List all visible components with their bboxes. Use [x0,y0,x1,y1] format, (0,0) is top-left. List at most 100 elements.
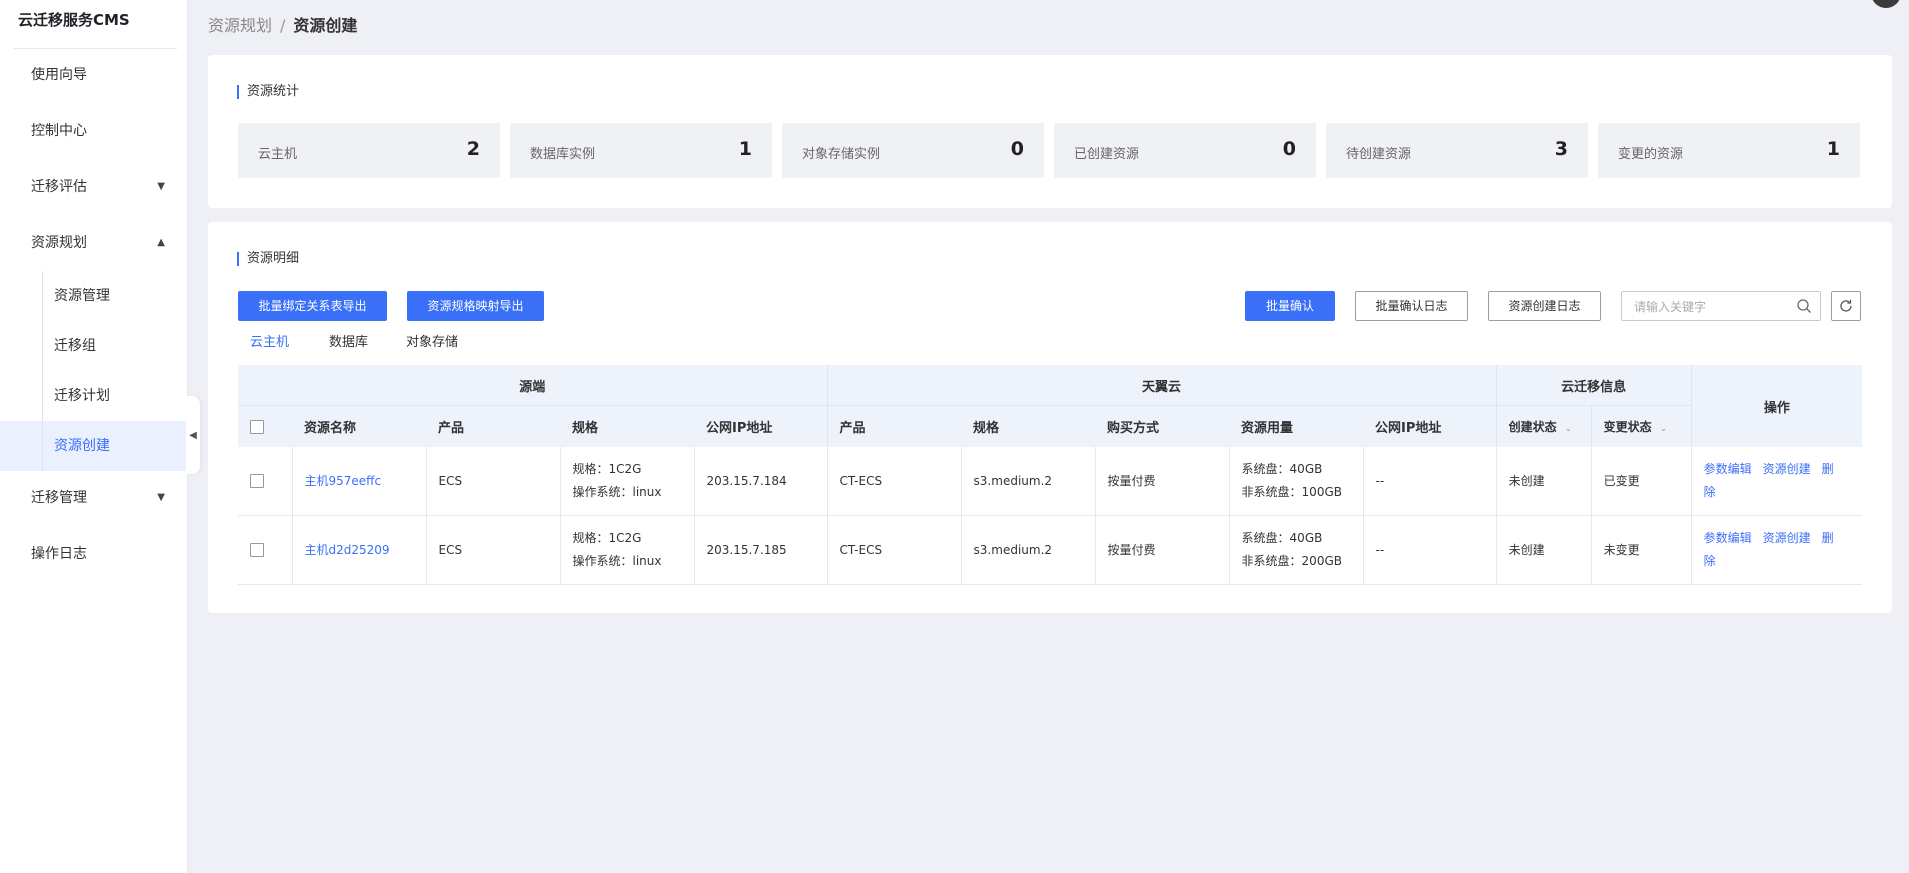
row-checkbox[interactable] [250,474,264,488]
tab-object-storage[interactable]: 对象存储 [394,332,470,366]
cell-usage: 系统盘：40GB 非系统盘：200GB [1228,515,1364,585]
column-header-label: 变更状态 [1603,420,1652,434]
column-header-change-status[interactable]: 变更状态 ⌄ [1590,405,1692,447]
stats-row: 云主机 2 数据库实例 1 对象存储实例 0 已创建资源 0 待创建资源 3 变更的资源 1 [238,123,1860,178]
cell-usage: 系统盘：40GB 非系统盘：100GB [1228,447,1364,516]
cell-target-spec: s3.medium.2 [960,515,1096,585]
batch-confirm-button[interactable]: 批量确认 [1245,291,1335,321]
column-header-target-ip: 公网IP地址 [1363,405,1497,447]
cell-ops: 参数编辑 资源创建 删除 [1690,447,1863,516]
cell-target-product: CT-ECS [826,515,962,585]
os-line: 操作系统：linux [572,554,662,568]
stat-value: 0 [1282,138,1296,160]
refresh-button[interactable] [1831,291,1861,321]
sidebar-item-migration-management[interactable]: 迁移管理 ▼ [0,470,187,526]
spec-line: 规格：1C2G [572,531,642,545]
resource-tabs: 云主机 数据库 对象存储 [238,332,470,371]
cell-ip: 203.15.7.184 [693,447,828,516]
stat-pending: 待创建资源 3 [1326,123,1588,178]
sidebar-item-resource-planning[interactable]: 资源规划 ▲ [0,215,187,271]
stat-label: 待创建资源 [1346,147,1412,162]
group-header-target: 天翼云 [826,365,1497,406]
table-row: 主机957eeffc ECS 规格：1C2G 操作系统：linux 203.15.… [238,447,1863,516]
caret-up-icon: ▲ [157,237,165,248]
avatar[interactable] [1871,0,1901,8]
cell-change-status: 已变更 [1590,447,1692,516]
sidebar-subitem-resource-management[interactable]: 资源管理 [43,271,187,321]
sidebar-subitem-migration-group[interactable]: 迁移组 [43,321,187,371]
nav-list: 使用向导 控制中心 迁移评估 ▼ 资源规划 ▲ [0,47,187,271]
sidebar: 云迁移服务CMS 使用向导 控制中心 迁移评估 ▼ 资源规划 ▲ 资源管理 迁移组 … [0,0,188,873]
usage-line: 系统盘：40GB [1241,531,1323,545]
column-header-product: 产品 [426,405,560,447]
spec-line: 规格：1C2G [572,462,642,476]
edit-params-link[interactable]: 参数编辑 [1704,462,1752,476]
chevron-down-icon: ⌄ [1659,424,1668,434]
export-spec-button[interactable]: 资源规格映射导出 [407,291,544,321]
sidebar-item-label: 操作日志 [31,546,87,562]
column-header-ip: 公网IP地址 [694,405,828,447]
sidebar-item-guide[interactable]: 使用向导 [0,47,187,103]
stat-value: 2 [466,138,480,160]
refresh-icon [1840,299,1852,312]
column-header-create-status[interactable]: 创建状态 ⌄ [1495,405,1592,447]
column-header-label: 创建状态 [1508,420,1557,434]
tab-vm[interactable]: 云主机 [238,332,302,371]
resource-name-link[interactable]: 主机d2d25209 [305,543,390,557]
batch-confirm-log-button[interactable]: 批量确认日志 [1355,291,1468,321]
breadcrumb-parent[interactable]: 资源规划 [208,16,272,35]
sidebar-item-label: 控制中心 [31,123,87,139]
resource-name-link[interactable]: 主机957eeffc [305,474,382,488]
sidebar-subitem-resource-creation[interactable]: 资源创建 [54,421,110,471]
search-input[interactable] [1632,293,1796,321]
stat-created: 已创建资源 0 [1054,123,1316,178]
cell-create-status: 未创建 [1495,447,1592,516]
usage-line: 系统盘：40GB [1241,462,1323,476]
create-resource-link[interactable]: 资源创建 [1763,462,1811,476]
column-header-usage: 资源用量 [1229,405,1364,447]
create-log-button[interactable]: 资源创建日志 [1488,291,1601,321]
stat-changed: 变更的资源 1 [1598,123,1860,178]
row-checkbox[interactable] [250,543,264,557]
cell-product: ECS [425,447,560,516]
cell-purchase: 按量付费 [1094,515,1230,585]
cell-ops: 参数编辑 资源创建 删除 [1690,515,1863,585]
sidebar-item-operation-log[interactable]: 操作日志 [0,526,187,582]
column-header-select [238,405,292,447]
sidebar-item-label: 资源规划 [31,235,87,251]
stat-vm: 云主机 2 [238,123,500,178]
column-header-target-product: 产品 [826,405,962,447]
sidebar-item-label: 使用向导 [31,67,87,83]
edit-params-link[interactable]: 参数编辑 [1704,531,1752,545]
column-header-ops: 操作 [1690,365,1863,447]
select-all-checkbox[interactable] [250,419,264,434]
stat-db: 数据库实例 1 [510,123,772,178]
detail-card: 资源明细 批量绑定关系表导出 资源规格映射导出 批量确认 批量确认日志 资源创建… [208,222,1892,613]
sidebar-collapse-toggle[interactable]: ◀ [186,396,200,474]
search-icon[interactable] [1796,298,1812,314]
sidebar-item-label: 迁移管理 [31,490,87,506]
stats-card: 资源统计 云主机 2 数据库实例 1 对象存储实例 0 已创建资源 0 待创建资源 3 变… [208,55,1892,208]
table-row: 主机d2d25209 ECS 规格：1C2G 操作系统：linux 203.15.… [238,515,1863,585]
caret-down-icon: ▼ [157,492,165,503]
search-box [1621,291,1821,321]
cell-spec: 规格：1C2G 操作系统：linux [559,515,694,585]
tab-database[interactable]: 数据库 [317,332,380,366]
os-line: 操作系统：linux [572,485,662,499]
breadcrumb-separator: / [280,16,286,35]
caret-down-icon: ▼ [157,181,165,192]
stat-label: 已创建资源 [1074,147,1140,162]
resource-table: 源端 天翼云 云迁移信息 操作 资源名称 产品 规格 公网IP地址 产品 规格 … [238,365,1863,585]
cell-target-ip: -- [1362,447,1497,516]
sidebar-subitem-migration-plan[interactable]: 迁移计划 [43,371,187,421]
export-binding-button[interactable]: 批量绑定关系表导出 [238,291,387,321]
cell-create-status: 未创建 [1495,515,1592,585]
sidebar-item-control-center[interactable]: 控制中心 [0,103,187,159]
sidebar-item-assessment[interactable]: 迁移评估 ▼ [0,159,187,215]
create-resource-link[interactable]: 资源创建 [1763,531,1811,545]
section-title: 资源统计 [237,85,299,99]
cell-target-ip: -- [1362,515,1497,585]
cell-spec: 规格：1C2G 操作系统：linux [559,447,694,516]
sidebar-subitem-label: 迁移组 [54,338,96,354]
usage-line: 非系统盘：100GB [1241,485,1342,499]
